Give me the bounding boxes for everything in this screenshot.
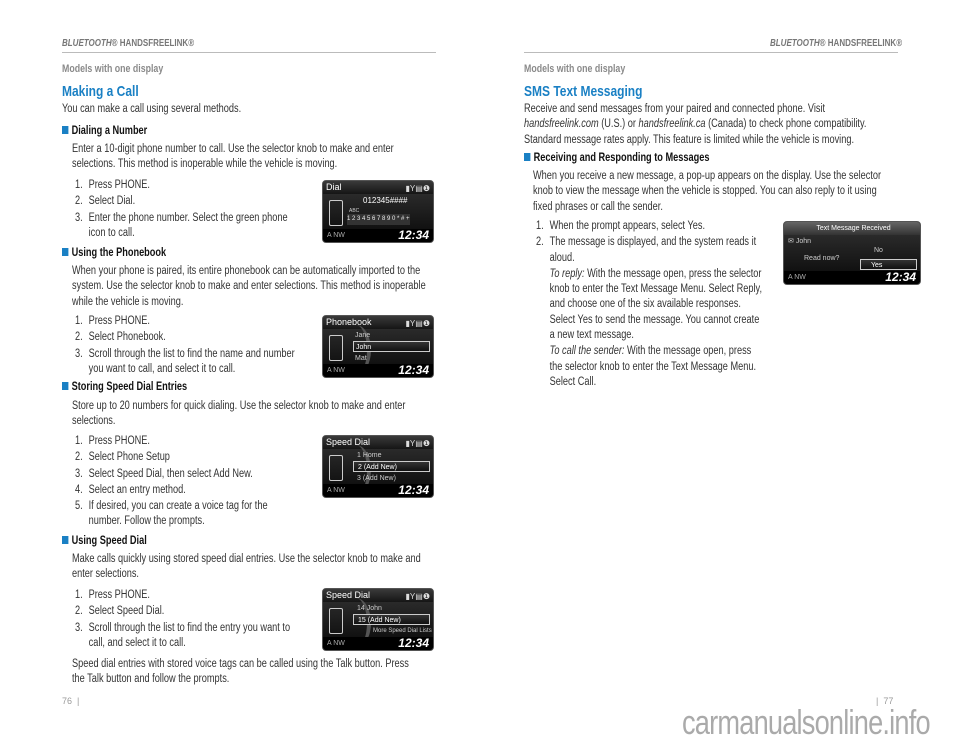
phonebook-screen: Phonebook ▮Y▤❶ Jane John Mat A NW 12:34 <box>322 315 434 378</box>
section-bullet <box>524 153 531 161</box>
no-option: No <box>874 247 883 254</box>
section-heading: Dialing a Number <box>62 125 147 137</box>
envelope-icon: ✉ <box>788 238 796 245</box>
step: 2. Select Phone Setup <box>75 451 170 464</box>
section-paragraph: Make calls quickly using stored speed di… <box>72 553 421 581</box>
step: 3. Scroll through the list to find the en… <box>75 621 291 649</box>
section-heading: Using Speed Dial <box>62 535 147 547</box>
section-paragraph: Store up to 20 numbers for quick dialing… <box>72 400 406 428</box>
section-bullet <box>62 248 69 256</box>
running-header-left: BLUETOOTH® HANDSFREELINK® <box>62 38 195 49</box>
section-bullet <box>62 536 69 544</box>
yes-option: Yes <box>860 259 917 270</box>
link-us[interactable]: handsfreelink.com <box>524 118 599 130</box>
intro: You can make a call using several method… <box>62 103 242 115</box>
step: 3. Select Speed Dial, then select Add New… <box>75 467 253 480</box>
section-bullet <box>62 382 69 390</box>
steps-list: 1. Press PHONE. 2. Select Speed Dial. 3. Sc… <box>75 588 303 651</box>
speed-dial-setup-screen: Speed Dial ▮Y▤❶ 1 Home 2 (Add New) 3 (Add… <box>322 435 434 498</box>
header-rule <box>62 52 436 53</box>
text-message-screen: Text Message Received ✉ John Read now? N… <box>783 221 921 285</box>
step: 1. Press PHONE. <box>75 315 150 327</box>
step: 1. Press PHONE. <box>75 179 150 191</box>
models-label: Models with one display <box>524 63 626 75</box>
page-title: SMS Text Messaging <box>524 83 643 100</box>
step: 1. When the prompt appears, select Yes. <box>536 220 706 232</box>
dial-screen: Dial ▮Y▤❶ 012345#### ABC 1 2 3 4 5 6 7 8 … <box>322 180 434 243</box>
speed-dial-screen: Speed Dial ▮Y▤❶ 14 John 15 (Add New) More… <box>322 588 434 651</box>
section-paragraph: When you receive a new message, a pop-up… <box>533 170 882 213</box>
step: 3. Enter the phone number. Select the gre… <box>75 211 288 239</box>
models-label: Models with one display <box>62 63 164 75</box>
steps-list: 1. Press PHONE. 2. Select Phone Setup 3. Se… <box>75 434 303 530</box>
keypad-row: 1 2 3 4 5 6 7 8 9 0 * # + <box>347 214 410 225</box>
call-note: To call the sender: With the message ope… <box>549 345 757 388</box>
steps-list: 1. Press PHONE. 2. Select Dial. 3. Enter th… <box>75 178 303 241</box>
intro: Receive and send messages from your pair… <box>524 103 867 146</box>
steps-list: 1. When the prompt appears, select Yes. 2… <box>536 219 764 390</box>
phone-keypad-icon <box>329 200 343 226</box>
step: 2. Select Dial. <box>75 195 136 208</box>
section-paragraph: When your phone is paired, its entire ph… <box>72 265 426 308</box>
link-canada[interactable]: handsfreelink.ca <box>639 118 706 130</box>
section-heading: Storing Speed Dial Entries <box>62 381 187 393</box>
reply-note: To reply: With the message open, press t… <box>549 267 762 342</box>
step: 1. Press PHONE. <box>75 435 150 447</box>
closing-paragraph: Speed dial entries with stored voice tag… <box>72 658 409 686</box>
step: 2. The message is displayed, and the syst… <box>536 236 757 264</box>
page-title: Making a Call <box>62 83 139 100</box>
page-number-left: 76 | <box>62 696 80 706</box>
section-bullet <box>62 126 69 134</box>
running-header-right: BLUETOOTH® HANDSFREELINK® <box>770 38 903 49</box>
step: 4. Select an entry method. <box>75 483 186 496</box>
selected-item: 2 (Add New) <box>353 461 430 472</box>
selected-item: 15 (Add New) <box>353 614 430 625</box>
section-heading: Using the Phonebook <box>62 247 166 259</box>
steps-list: 1. Press PHONE. 2. Select Phonebook. 3. Scr… <box>75 314 303 377</box>
step: 3. Scroll through the list to find the na… <box>75 347 295 375</box>
section-paragraph: Enter a 10-digit phone number to call. U… <box>72 143 394 171</box>
selected-item: John <box>353 341 430 352</box>
step: 1. Press PHONE. <box>75 589 150 601</box>
step: 2. Select Phonebook. <box>75 331 166 344</box>
watermark: carmanualsonline.info <box>682 704 931 742</box>
step: 5. If desired, you can create a voice tag… <box>75 500 268 528</box>
section-heading: Receiving and Responding to Messages <box>524 152 709 164</box>
header-rule <box>524 52 898 53</box>
step: 2. Select Speed Dial. <box>75 605 165 618</box>
